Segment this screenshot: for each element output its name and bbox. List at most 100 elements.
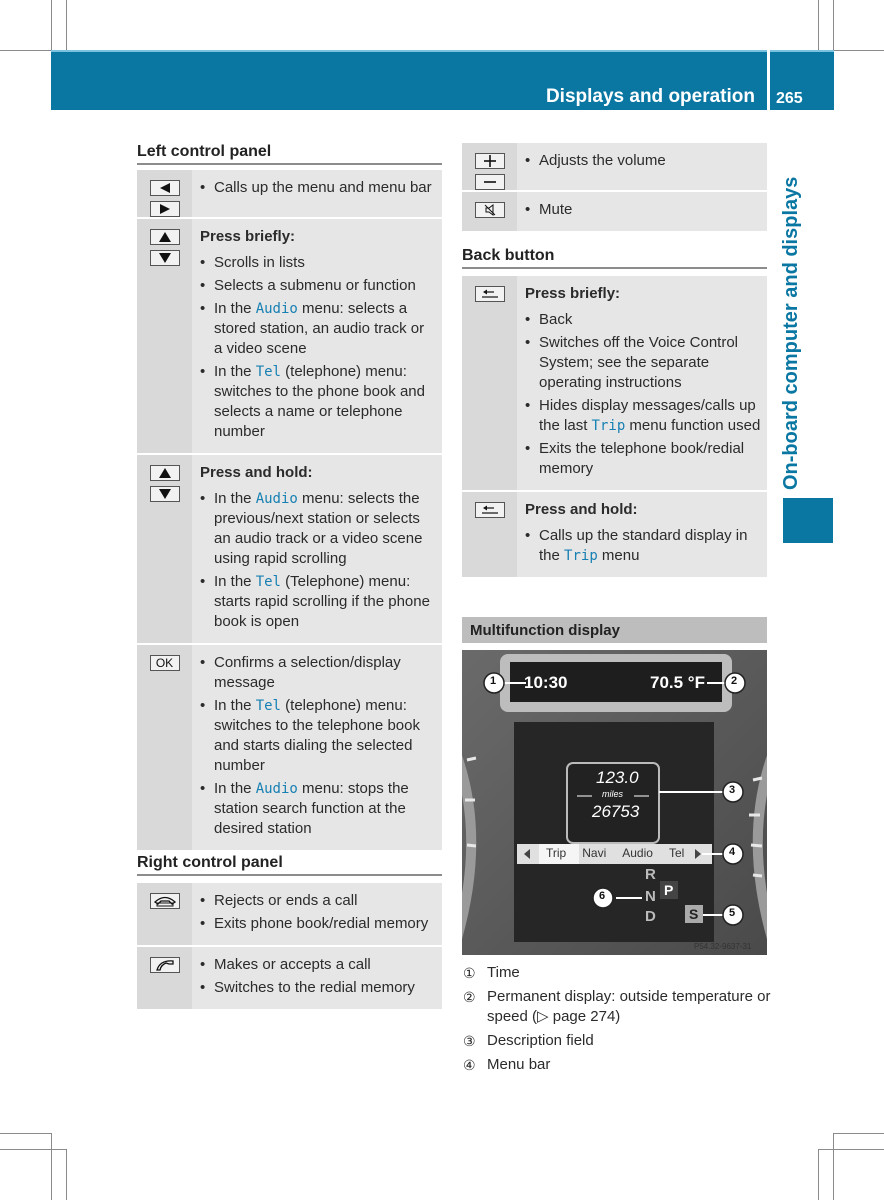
- legend-item: ④ Menu bar: [463, 1055, 773, 1075]
- table-row: Calls up the menu and menu bar: [137, 170, 442, 219]
- crop-mark: [51, 1133, 52, 1200]
- menu-name-highlight: Tel: [255, 574, 281, 590]
- crop-mark: [834, 50, 884, 51]
- list-item: Exits the telephone book/redial memory: [525, 439, 761, 479]
- gear-d: D: [645, 908, 656, 925]
- callout-1: 1: [490, 675, 497, 687]
- menu-name-highlight: Audio: [255, 781, 298, 797]
- row-heading: Press and hold:: [525, 501, 638, 518]
- bullet-list: Adjusts the volume: [525, 151, 761, 171]
- crop-mark: [833, 0, 834, 50]
- legend-text: Description field: [487, 1032, 594, 1049]
- left-panel-table: Calls up the menu and menu bar Press brie…: [137, 170, 442, 850]
- callout-6: 6: [599, 890, 606, 902]
- list-item: Adjusts the volume: [525, 151, 761, 171]
- description-column: Mute: [517, 192, 767, 231]
- legend-text: Time: [487, 964, 520, 981]
- chapter-title: Displays and operation: [545, 86, 755, 107]
- bullet-list: In the Audio menu: selects the previous/…: [200, 489, 436, 632]
- display-trip-unit: miles: [602, 789, 624, 799]
- bullet-list: Rejects or ends a call Exits phone book/r…: [200, 891, 436, 934]
- crop-mark: [833, 1133, 834, 1200]
- list-item: Confirms a selection/display message: [200, 653, 436, 693]
- menu-item-audio: Audio: [622, 846, 653, 860]
- legend-item: ③ Description field: [463, 1031, 773, 1051]
- legend-number: ①: [463, 965, 476, 981]
- crop-mark: [833, 1133, 884, 1134]
- list-item: Scrolls in lists: [200, 253, 436, 273]
- volume-table: Adjusts the volume Mute: [462, 143, 767, 231]
- key-column: [137, 455, 192, 643]
- list-item: Mute: [525, 200, 761, 220]
- bullet-list: Confirms a selection/display message In t…: [200, 653, 436, 839]
- table-row: Press briefly: Back Switches off the Voice…: [462, 276, 767, 492]
- callout-4: 4: [729, 846, 736, 858]
- list-item: In the Tel (telephone) menu: switches to…: [200, 362, 436, 442]
- table-row: Press and hold: In the Audio menu: select…: [137, 455, 442, 645]
- plus-key-icon: [474, 153, 505, 169]
- list-item: Exits phone book/redial memory: [200, 914, 436, 934]
- section-title-left-panel: Left control panel: [137, 143, 272, 160]
- key-column: [137, 883, 192, 945]
- menu-item-navi: Navi: [582, 846, 607, 860]
- bullet-list: Calls up the standard display in the Tri…: [525, 526, 761, 566]
- crop-mark: [0, 1133, 51, 1134]
- display-trip-value: 123.0: [596, 768, 639, 787]
- key-column: [462, 276, 517, 490]
- gear-selected-p: P: [664, 882, 674, 898]
- section-title-back-button: Back button: [462, 247, 555, 264]
- list-item: Rejects or ends a call: [200, 891, 436, 911]
- section-rule: [462, 267, 767, 269]
- list-item: Makes or accepts a call: [200, 955, 436, 975]
- side-tab-label: On-board computer and displays: [780, 176, 802, 490]
- down-arrow-key-icon: [149, 250, 180, 266]
- list-item: Back: [525, 310, 761, 330]
- table-row: Mute: [462, 192, 767, 231]
- list-item: In the Tel (Telephone) menu: starts rapi…: [200, 572, 436, 632]
- menu-name-highlight: Trip: [591, 418, 626, 434]
- legend-text: Permanent display: outside temperature o…: [487, 988, 771, 1025]
- up-arrow-key-icon: [149, 465, 180, 481]
- table-row: Adjusts the volume: [462, 143, 767, 192]
- key-column: [137, 947, 192, 1009]
- gear-r: R: [645, 866, 656, 883]
- list-item: Calls up the menu and menu bar: [200, 178, 436, 198]
- list-item: Calls up the standard display in the Tri…: [525, 526, 761, 566]
- bullet-list: Scrolls in lists Selects a submenu or fun…: [200, 253, 436, 442]
- right-panel-table: Rejects or ends a call Exits phone book/r…: [137, 883, 442, 1009]
- description-column: Calls up the menu and menu bar: [192, 170, 442, 217]
- mute-key-icon: [474, 202, 505, 218]
- description-column: Press briefly: Scrolls in lists Selects a …: [192, 219, 442, 453]
- menu-item-tel: Tel: [668, 846, 685, 860]
- section-rule: [137, 163, 442, 165]
- bullet-list: Back Switches off the Voice Control Syste…: [525, 310, 761, 479]
- hang-up-key-icon: [149, 893, 180, 909]
- ok-key-icon: OK: [149, 655, 180, 671]
- bullet-list: Calls up the menu and menu bar: [200, 178, 436, 198]
- list-item: Hides display messages/calls up the last…: [525, 396, 761, 436]
- crop-mark: [818, 1149, 884, 1150]
- bullet-list: Makes or accepts a call Switches to the r…: [200, 955, 436, 998]
- minus-key-icon: [474, 174, 505, 190]
- menu-name-highlight: Tel: [255, 698, 281, 714]
- key-column: OK: [137, 645, 192, 850]
- key-column: [137, 219, 192, 453]
- left-arrow-key-icon: [149, 180, 180, 196]
- crop-mark: [66, 0, 67, 50]
- list-item: In the Audio menu: selects a stored stat…: [200, 299, 436, 359]
- legend-item: ① Time: [463, 963, 773, 983]
- page-number: 265: [776, 90, 803, 107]
- list-item: In the Audio menu: stops the station sea…: [200, 779, 436, 839]
- pick-up-key-icon: [149, 957, 180, 973]
- mode-badge-s: S: [689, 906, 699, 922]
- crop-mark: [0, 1149, 66, 1150]
- menu-name-highlight: Audio: [255, 491, 298, 507]
- row-heading: Press briefly:: [525, 285, 621, 302]
- down-arrow-key-icon: [149, 486, 180, 502]
- display-odometer: 26753: [592, 802, 640, 821]
- key-column: [462, 192, 517, 231]
- list-item: Switches off the Voice Control System; s…: [525, 333, 761, 393]
- table-row: Press briefly: Scrolls in lists Selects a …: [137, 219, 442, 455]
- list-item: In the Audio menu: selects the previous/…: [200, 489, 436, 569]
- legend-text: Menu bar: [487, 1056, 551, 1073]
